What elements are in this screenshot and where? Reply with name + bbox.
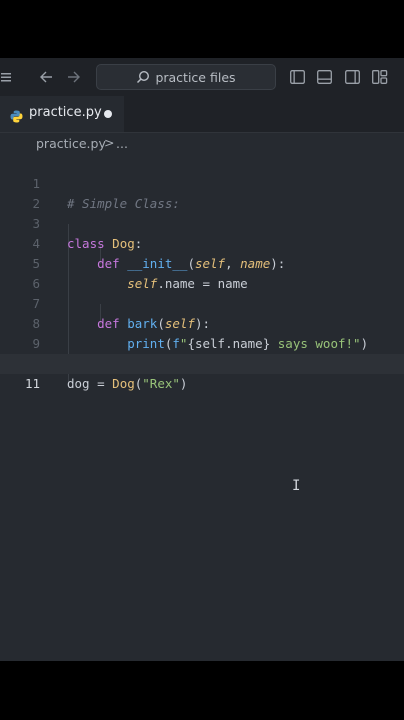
toggle-primary-sidebar-icon[interactable] — [288, 58, 306, 96]
code-line-11[interactable]: 11 — [0, 354, 404, 391]
toggle-secondary-sidebar-icon[interactable] — [343, 58, 361, 96]
unsaved-dot-icon[interactable] — [104, 110, 112, 118]
code-line-9[interactable]: 9 — [0, 314, 404, 351]
arrow-left-icon[interactable] — [36, 58, 56, 96]
menu-icon[interactable] — [0, 58, 12, 96]
title-bar: practice files — [0, 58, 404, 96]
breadcrumb-more[interactable]: ... — [116, 136, 128, 151]
code-text: dog = Dog("Rex") — [67, 376, 188, 391]
tab-practice-py[interactable]: practice.py — [0, 96, 124, 132]
customize-layout-icon[interactable] — [371, 58, 389, 96]
line-number: 11 — [24, 376, 40, 391]
arrow-right-icon[interactable] — [64, 58, 84, 96]
breadcrumb-separator-icon: > — [104, 135, 115, 150]
tab-bar: practice.py — [0, 96, 404, 133]
code-line-2[interactable]: 2 — [0, 174, 404, 211]
text-cursor-icon: I — [292, 478, 301, 494]
editor-window: practice files practice.py practice.py >… — [0, 58, 404, 661]
code-line-8[interactable]: 8 print(f"{self.name} says woof!") — [0, 294, 404, 351]
code-editor[interactable]: 1 # Simple Class: 2 3 class Dog: 4 def _… — [0, 154, 404, 661]
search-placeholder: practice files — [155, 69, 236, 85]
code-line-3[interactable]: 3 class Dog: — [0, 194, 404, 251]
breadcrumb: practice.py > ... — [0, 133, 404, 155]
search-icon — [137, 70, 150, 84]
code-line-10[interactable]: 10 dog = Dog("Rex") — [0, 334, 404, 391]
code-line-7[interactable]: 7 def bark(self): — [0, 274, 404, 331]
python-file-icon — [10, 108, 23, 127]
code-line-4[interactable]: 4 def __init__(self, name): — [0, 214, 404, 271]
command-center-search[interactable]: practice files — [96, 64, 276, 90]
toggle-panel-icon[interactable] — [315, 58, 333, 96]
code-line-1[interactable]: 1 # Simple Class: — [0, 154, 404, 211]
code-line-5[interactable]: 5 self.name = name — [0, 234, 404, 291]
code-line-6[interactable]: 6 — [0, 254, 404, 291]
tab-label: practice.py — [29, 105, 102, 120]
breadcrumb-file[interactable]: practice.py — [36, 136, 106, 151]
